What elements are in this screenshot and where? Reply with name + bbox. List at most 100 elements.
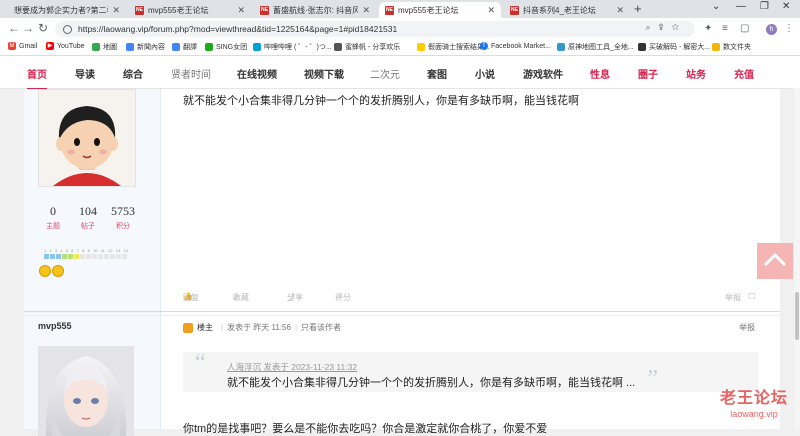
close-tab-icon[interactable]: ✕	[487, 5, 495, 16]
post-author-name[interactable]: mvp555	[38, 321, 72, 331]
search-icon[interactable]: ⌕	[646, 22, 659, 32]
level-segment	[86, 254, 91, 259]
bookmark-item[interactable]: 新聞內容	[126, 42, 165, 52]
nav-sage-time[interactable]: 贤者时间	[171, 66, 211, 81]
sidebar-icon[interactable]: ▢	[740, 23, 749, 34]
avatar[interactable]	[38, 346, 134, 436]
gmail-icon: M	[8, 42, 16, 50]
browser-tab-3[interactable]: NE 蓄盛航线·张志尔: 抖音风景推… ✕	[254, 2, 376, 18]
bookmark-item[interactable]: 地圖	[92, 42, 117, 52]
nav-video-download[interactable]: 视频下载	[304, 66, 344, 81]
minimize-icon[interactable]: —	[736, 1, 746, 12]
nav-photo-sets[interactable]: 套图	[427, 66, 447, 81]
level-tick: 8	[82, 248, 85, 253]
nav-home[interactable]: 首页	[27, 66, 47, 90]
nav-circles[interactable]: 圈子	[638, 66, 658, 81]
browser-tab-5[interactable]: NE 抖音系列4_老王论坛 ✕	[504, 2, 630, 18]
youtube-icon: ▶	[46, 42, 54, 50]
lock-icon[interactable]	[63, 24, 72, 34]
stat-label: 主题	[46, 223, 60, 230]
close-tab-icon[interactable]: ✕	[362, 5, 370, 16]
level-segment	[50, 254, 55, 259]
extensions-icon[interactable]: ✦	[704, 23, 712, 34]
browser-tab-4[interactable]: NE mvp555老王论坛 ✕	[379, 2, 501, 18]
bookmark-favicon	[334, 43, 342, 51]
tab-title: 蓄盛航线·张志尔: 抖音风景推…	[273, 5, 359, 15]
bookmark-item[interactable]: SING女团	[205, 42, 247, 52]
bookmark-folder[interactable]: 数文件夹	[712, 42, 751, 52]
nav-anime[interactable]: 二次元	[370, 66, 400, 81]
stat-threads[interactable]: 0 主题	[38, 204, 68, 231]
level-tick: 12	[108, 248, 113, 253]
quote-block: “ 人海浮沉 发表于 2023-11-23 11:32 就不能发个小合集非得几分…	[183, 350, 758, 392]
level-tick: 6	[71, 248, 74, 253]
address-bar[interactable]: https://laowang.vip/forum.php?mod=viewth…	[55, 21, 695, 37]
stat-points[interactable]: 5753 积分	[108, 204, 138, 231]
address-row: ← → ↻ https://laowang.vip/forum.php?mod=…	[0, 18, 800, 40]
level-progress	[44, 254, 128, 259]
only-author-link[interactable]: 只看该作者	[301, 322, 341, 333]
bookmark-item[interactable]: 买破解码 - 解密大...	[638, 42, 710, 52]
bookmark-item[interactable]: ▶ YouTube	[46, 42, 85, 50]
bookmarks-bar: M Gmail ▶ YouTube 地圖 新聞內容 翻譯 SING女团 哔哩哔哩 (…	[0, 40, 800, 56]
star-icon[interactable]: ☆	[672, 22, 687, 32]
reading-list-icon[interactable]: ≡	[722, 23, 728, 34]
scrollbar-thumb[interactable]	[795, 292, 799, 340]
menu-icon[interactable]: ⋮	[784, 23, 794, 34]
maximize-icon[interactable]: ❐	[760, 1, 769, 12]
stat-value: 104	[79, 204, 97, 218]
close-quote-icon: ”	[647, 366, 658, 392]
reload-icon[interactable]: ↻	[38, 21, 48, 35]
profile-avatar[interactable]: h	[766, 24, 777, 35]
stat-posts[interactable]: 104 帖子	[73, 204, 103, 231]
bookmark-favicon	[638, 43, 646, 51]
nav-general[interactable]: 综合	[123, 66, 143, 81]
bookmark-item[interactable]: M Gmail	[8, 42, 37, 50]
close-tab-icon[interactable]: ✕	[616, 5, 624, 16]
nav-novels[interactable]: 小说	[475, 66, 495, 81]
bookmark-item[interactable]: 原神地图工具_全地...	[557, 42, 634, 52]
tab-title: mvp555老王论坛	[398, 5, 459, 15]
browser-tab-1[interactable]: 想要成为郭企实力者?第二季-… ✕	[8, 2, 126, 18]
level-tick: 10	[93, 248, 98, 253]
back-to-top-button[interactable]	[757, 243, 793, 279]
nav-guide[interactable]: 导读	[75, 66, 95, 81]
tab-bar: 想要成为郭企实力者?第二季-… ✕ NE mvp555老王论坛 ✕ NE 蓄盛航…	[0, 0, 800, 18]
nav-games-software[interactable]: 游戏软件	[523, 66, 563, 81]
separator: |	[294, 323, 298, 332]
browser-tab-2[interactable]: NE mvp555老王论坛 ✕	[129, 2, 251, 18]
quote-source-link[interactable]: 人海浮沉 发表于 2023-11-23 11:32	[227, 361, 357, 373]
scrollbar-track[interactable]	[794, 88, 800, 429]
back-icon[interactable]: ←	[8, 21, 20, 35]
watermark-url: laowang.vip	[730, 409, 778, 419]
stat-value: 5753	[111, 204, 135, 218]
bookmark-favicon	[557, 43, 565, 51]
nav-online-video[interactable]: 在线视频	[237, 66, 277, 81]
avatar[interactable]	[38, 89, 136, 187]
close-tab-icon[interactable]: ✕	[237, 5, 245, 16]
close-tab-icon[interactable]: ✕	[112, 5, 120, 16]
report-link[interactable]: 举报	[739, 322, 755, 333]
level-tick: 11	[100, 248, 105, 253]
user-stats: 0 主题 104 帖子 5753 积分	[38, 204, 138, 231]
forward-icon[interactable]: →	[22, 21, 34, 35]
level-tick: 13	[115, 248, 121, 253]
new-tab-icon[interactable]: +	[634, 1, 642, 16]
site-nav: 首页 导读 综合 贤者时间 在线视频 视频下载 二次元 套图 小说 游戏软件 性…	[0, 56, 800, 90]
nav-recharge[interactable]: 充值	[734, 66, 754, 81]
nav-site-affairs[interactable]: 站务	[686, 66, 706, 81]
nav-info[interactable]: 性息	[590, 66, 610, 81]
chevron-down-icon[interactable]: ⌄	[712, 1, 720, 12]
medal-icon[interactable]	[52, 265, 64, 277]
medal-icon[interactable]	[39, 265, 51, 277]
bookmark-item[interactable]: 蜜蜂帆 - 分享欢乐	[334, 42, 400, 52]
close-window-icon[interactable]: ✕	[782, 1, 790, 12]
level-segment	[92, 254, 97, 259]
share-icon[interactable]: ⇪	[659, 22, 672, 32]
bookmark-item[interactable]: 哔哩哔哩 ( ゜- ゜)つ...	[253, 42, 332, 52]
bookmark-item[interactable]: 假面骑士搜索结果...	[417, 42, 490, 52]
bookmark-item[interactable]: f Facebook Market...	[480, 42, 551, 50]
level-segment	[44, 254, 49, 259]
bookmark-item[interactable]: 翻譯	[172, 42, 197, 52]
level-segment	[116, 254, 121, 259]
